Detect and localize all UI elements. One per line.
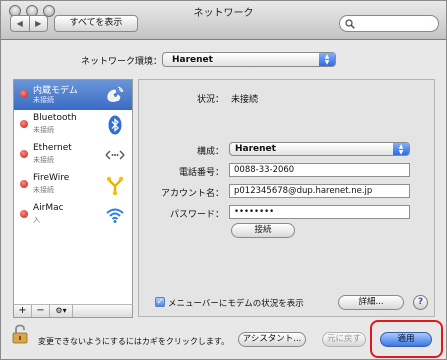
- service-name: Ethernet: [33, 143, 72, 153]
- connect-button[interactable]: 接続: [231, 223, 295, 238]
- lock-icon[interactable]: [11, 324, 29, 344]
- add-service-button[interactable]: +: [14, 305, 32, 317]
- service-name: Bluetooth: [33, 113, 77, 123]
- back-button[interactable]: ◀: [11, 16, 29, 31]
- firewire-icon: [106, 176, 124, 196]
- network-preferences-window: ネットワーク ◀ ▶ すべてを表示 ネットワーク環境： Harenet ▲ ▼ 内…: [0, 0, 447, 360]
- service-item-internal-modem[interactable]: 内蔵モデム 未接続: [14, 80, 132, 110]
- advanced-button[interactable]: 詳細...: [338, 295, 404, 310]
- remove-service-button[interactable]: −: [32, 305, 50, 317]
- service-status: 未接続: [33, 96, 54, 104]
- location-popup[interactable]: Harenet ▲ ▼: [162, 52, 336, 67]
- revert-button[interactable]: 元に戻す: [322, 332, 366, 347]
- service-name: AirMac: [33, 203, 64, 213]
- configuration-popup[interactable]: Harenet ▲ ▼: [229, 142, 410, 156]
- status-dot-icon: [20, 90, 28, 98]
- password-label: パスワード：: [169, 210, 224, 220]
- account-name-label: アカウント名：: [160, 189, 224, 199]
- back-forward-control: ◀ ▶: [10, 15, 48, 32]
- service-item-firewire[interactable]: FireWire 未接続: [14, 170, 132, 200]
- service-status: 未接続: [33, 126, 54, 134]
- phone-modem-icon: [107, 86, 124, 102]
- status-dot-icon: [20, 210, 28, 218]
- location-label: ネットワーク環境：: [81, 57, 163, 67]
- status-dot-icon: [20, 120, 28, 128]
- service-detail-panel: 状況： 未接続 構成： Harenet ▲ ▼ 電話番号： 0088-33-206…: [138, 79, 435, 317]
- help-button[interactable]: ?: [413, 295, 428, 310]
- service-name: FireWire: [33, 173, 70, 183]
- configuration-label: 構成：: [196, 147, 224, 157]
- service-status: 未接続: [33, 156, 54, 164]
- account-name-field[interactable]: p012345678@dup.harenet.ne.jp: [229, 184, 410, 198]
- menubar-status-checkbox-label[interactable]: メニューバーにモデムの状況を表示: [168, 297, 304, 309]
- action-menu-button[interactable]: ⚙▾: [50, 305, 73, 317]
- forward-button[interactable]: ▶: [28, 16, 48, 31]
- phone-number-label: 電話番号：: [178, 168, 224, 178]
- popup-arrows-icon: ▲ ▼: [393, 143, 409, 156]
- service-status: 未接続: [33, 186, 54, 194]
- ethernet-icon: [105, 150, 125, 160]
- show-all-button[interactable]: すべてを表示: [54, 15, 138, 32]
- service-item-airmac[interactable]: AirMac 入: [14, 200, 132, 230]
- lock-hint-text: 変更できないようにするにはカギをクリックします。: [38, 337, 230, 346]
- airmac-wifi-icon: [106, 208, 124, 223]
- phone-number-field[interactable]: 0088-33-2060: [229, 163, 410, 177]
- status-dot-icon: [20, 180, 28, 188]
- status-value: 未接続: [231, 95, 259, 105]
- service-item-ethernet[interactable]: Ethernet 未接続: [14, 140, 132, 170]
- menubar-status-checkbox[interactable]: ✓: [155, 297, 165, 307]
- password-field[interactable]: ••••••••: [229, 205, 410, 219]
- bluetooth-icon: [108, 115, 122, 135]
- popup-arrows-icon: ▲ ▼: [319, 53, 335, 66]
- search-icon: [345, 19, 355, 29]
- configuration-value: Harenet: [235, 144, 276, 154]
- search-input[interactable]: [339, 15, 439, 32]
- location-value: Harenet: [172, 55, 213, 65]
- service-status: 入: [33, 216, 40, 224]
- status-label: 状況：: [196, 95, 224, 105]
- service-list: 内蔵モデム 未接続 Bluetooth 未接続 Ethernet 未接続 Fir…: [13, 79, 133, 317]
- service-item-bluetooth[interactable]: Bluetooth 未接続: [14, 110, 132, 140]
- service-list-toolbar: + − ⚙▾: [13, 304, 133, 318]
- assistant-button[interactable]: アシスタント...: [238, 332, 306, 347]
- apply-highlight-annotation: [370, 320, 443, 358]
- status-dot-icon: [20, 150, 28, 158]
- title-bar: ネットワーク ◀ ▶ すべてを表示: [1, 1, 446, 40]
